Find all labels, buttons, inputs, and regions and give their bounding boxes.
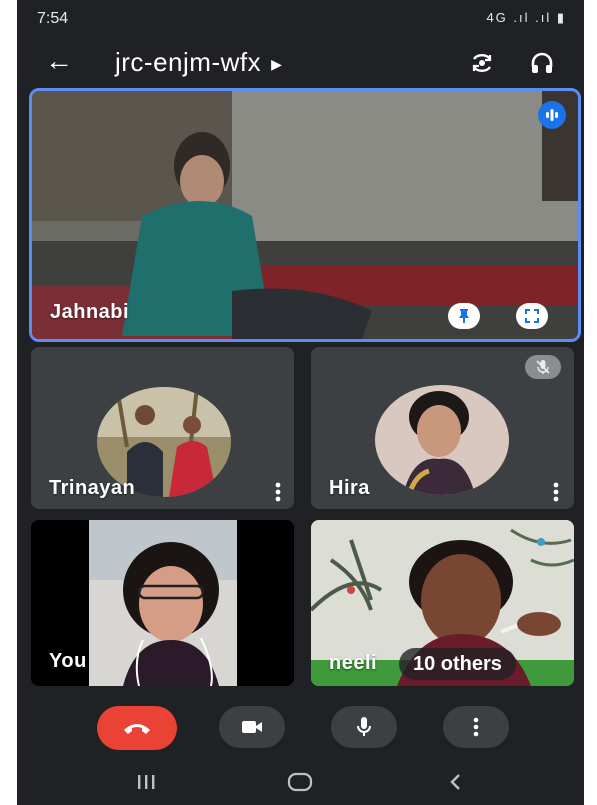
- participant-name: Trinayan: [49, 477, 136, 499]
- pin-button[interactable]: [448, 303, 480, 329]
- arrow-back-icon[interactable]: ←: [45, 46, 73, 76]
- status-indicators: 4G .ıl .ıl ▮: [486, 10, 566, 25]
- call-header: ← jrc-enjm-wfx ▶: [17, 38, 584, 88]
- avatar: [375, 385, 509, 495]
- headphones-icon[interactable]: [529, 50, 555, 76]
- more-vert-icon[interactable]: [547, 479, 565, 505]
- home-icon[interactable]: [287, 772, 313, 792]
- self-view-tile[interactable]: You: [31, 520, 294, 686]
- camera-button[interactable]: [219, 706, 285, 748]
- status-bar: 7:54 4G .ıl .ıl ▮: [17, 0, 584, 38]
- pin-icon: [459, 309, 469, 323]
- back-icon[interactable]: [447, 772, 463, 792]
- mic-button[interactable]: [331, 706, 397, 748]
- mic-off-icon: [525, 355, 561, 379]
- more-vert-icon[interactable]: [269, 479, 287, 505]
- more-options-button[interactable]: [443, 706, 509, 748]
- fullscreen-icon: [525, 309, 539, 323]
- switch-camera-icon[interactable]: [469, 50, 495, 76]
- others-count-badge[interactable]: 10 others: [399, 648, 516, 680]
- participant-name: Jahnabi: [50, 301, 130, 323]
- meeting-code: jrc-enjm-wfx: [115, 47, 262, 77]
- participant-tile-neeli[interactable]: neeli 10 others: [311, 520, 574, 686]
- participant-tile-hira[interactable]: Hira: [311, 347, 574, 509]
- system-navigation-bar: [17, 762, 584, 805]
- mic-icon: [357, 717, 371, 736]
- end-call-button[interactable]: [97, 706, 177, 750]
- meeting-code-button[interactable]: jrc-enjm-wfx ▶: [115, 47, 282, 78]
- end-call-icon: [124, 724, 150, 734]
- call-controls: [17, 698, 584, 758]
- main-participant-tile[interactable]: Jahnabi: [29, 88, 581, 342]
- participant-tile-trinayan[interactable]: Trinayan: [31, 347, 294, 509]
- more-vert-icon: [473, 717, 479, 737]
- camera-icon: [242, 721, 262, 733]
- participant-name: neeli: [329, 652, 378, 674]
- participant-name: You: [49, 650, 87, 672]
- caret-right-icon: ▶: [271, 55, 283, 72]
- meet-call-screen: 7:54 4G .ıl .ıl ▮ ← jrc-enjm-wfx ▶ Jahna…: [17, 0, 584, 805]
- fullscreen-button[interactable]: [516, 303, 548, 329]
- status-time: 7:54: [37, 10, 69, 27]
- participant-name: Hira: [329, 477, 370, 499]
- recents-icon[interactable]: [135, 772, 157, 792]
- speaking-indicator-icon: [538, 101, 566, 129]
